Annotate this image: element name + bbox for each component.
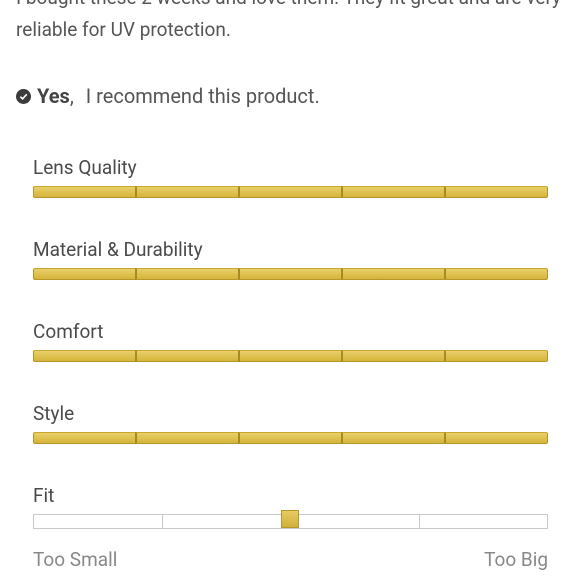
rating-style: Style — [33, 402, 548, 444]
rating-bar-segment — [135, 268, 238, 280]
rating-lens-quality: Lens Quality — [33, 156, 548, 198]
rating-bar-segment — [444, 432, 548, 444]
rating-bar-segment — [341, 268, 444, 280]
rating-bar-segment — [238, 186, 341, 198]
rating-bar-segment — [238, 350, 341, 362]
fit-scale-segment — [161, 515, 291, 528]
rating-bar — [33, 432, 548, 444]
fit-scale-segment — [290, 515, 419, 528]
rating-bar-segment — [135, 350, 238, 362]
rating-label: Material & Durability — [33, 238, 203, 261]
recommend-separator: , — [69, 84, 74, 108]
recommend-answer: Yes — [37, 84, 70, 108]
rating-bar-segment — [33, 432, 135, 444]
rating-bar-segment — [341, 432, 444, 444]
fit-scale-segment — [418, 515, 548, 528]
fit-scale-segment — [34, 515, 162, 528]
fit-marker — [281, 510, 299, 528]
fit-scale-labels: Too Small Too Big — [33, 548, 548, 571]
recommend-text: I recommend this product. — [85, 84, 320, 108]
rating-bar-segment — [444, 268, 548, 280]
rating-fit: Fit Too Small Too Big — [33, 484, 548, 571]
rating-bar-segment — [444, 186, 548, 198]
fit-label: Fit — [33, 484, 55, 507]
rating-bar — [33, 186, 548, 198]
rating-bar-segment — [135, 432, 238, 444]
rating-bar-segment — [444, 350, 548, 362]
review-text: I bought these 2 weeks and love them. Th… — [16, 0, 561, 41]
check-circle-icon — [16, 88, 31, 104]
rating-bar-segment — [238, 432, 341, 444]
rating-bar — [33, 350, 548, 362]
rating-bar-segment — [238, 268, 341, 280]
fit-max-label: Too Big — [484, 548, 548, 571]
rating-bar — [33, 268, 548, 280]
rating-label: Lens Quality — [33, 156, 137, 179]
recommendation: Yes , I recommend this product. — [16, 82, 320, 110]
fit-min-label: Too Small — [33, 548, 118, 571]
rating-label: Comfort — [33, 320, 104, 343]
rating-bar-segment — [135, 186, 238, 198]
rating-bar-segment — [341, 186, 444, 198]
rating-material-durability: Material & Durability — [33, 238, 548, 280]
rating-bar-segment — [33, 268, 135, 280]
rating-bar-segment — [33, 350, 135, 362]
rating-bar-segment — [341, 350, 444, 362]
rating-bar-segment — [33, 186, 135, 198]
rating-comfort: Comfort — [33, 320, 548, 362]
rating-label: Style — [33, 402, 75, 425]
